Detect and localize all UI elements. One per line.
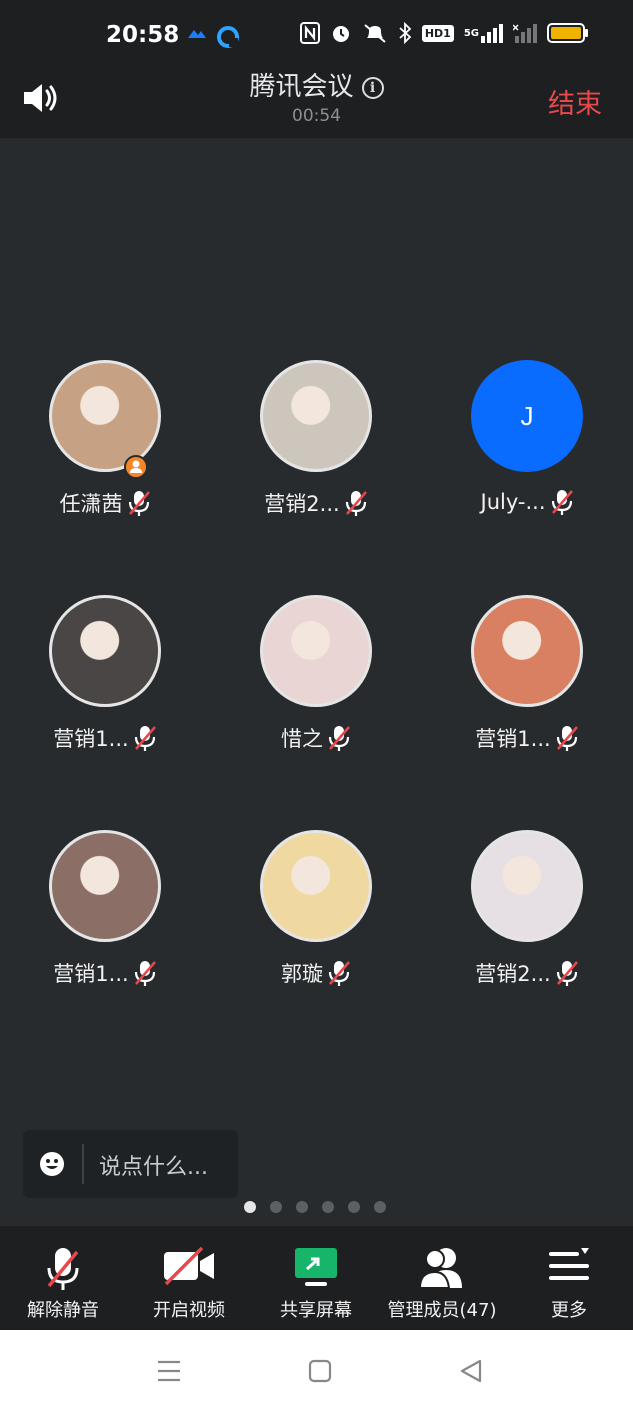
avatar: J — [471, 360, 583, 472]
silent-icon — [364, 24, 386, 43]
participant-name: 郭璇 — [281, 962, 323, 986]
participant-tile[interactable]: J July-... — [452, 360, 602, 516]
start-video-button[interactable]: 开启视频 — [126, 1226, 252, 1330]
page-dot[interactable] — [374, 1201, 386, 1213]
participant-name-row: 郭璇 — [241, 958, 391, 988]
participant-tile[interactable]: 惜之 — [241, 595, 391, 753]
chat-divider — [82, 1144, 84, 1184]
participant-name: July-... — [480, 490, 546, 514]
end-meeting-button[interactable]: 结束 — [548, 82, 602, 121]
app-notification-icon — [188, 30, 206, 38]
members-icon — [418, 1248, 462, 1289]
meeting-toolbar: 解除静音 开启视频 共享屏幕 管理成员(47) 更多 — [0, 1226, 633, 1330]
participant-name-row: 营销1... — [30, 958, 180, 988]
chat-input[interactable]: 说点什么... — [23, 1130, 238, 1198]
mic-muted-icon — [134, 726, 156, 751]
participant-name: 营销2... — [264, 492, 340, 516]
unmute-label: 解除静音 — [27, 1300, 99, 1321]
battery-icon — [547, 23, 588, 43]
bluetooth-icon — [399, 22, 412, 44]
chat-placeholder: 说点什么... — [99, 1155, 208, 1180]
participant-tile[interactable]: 营销1... — [30, 595, 180, 753]
avatar — [49, 360, 161, 472]
emoji-icon[interactable] — [39, 1151, 65, 1177]
avatar — [49, 830, 161, 942]
video-off-icon — [164, 1246, 214, 1286]
tencent-meeting-notification-icon — [217, 26, 239, 48]
back-icon[interactable] — [458, 1358, 484, 1384]
meeting-timer: 00:54 — [292, 106, 341, 126]
participant-name: 营销1... — [53, 962, 129, 986]
avatar — [49, 595, 161, 707]
participant-name: 营销1... — [475, 727, 551, 751]
signal-5g-label: 5G — [463, 27, 479, 39]
participant-tile[interactable]: 营销1... — [452, 595, 602, 753]
system-nav-bar — [0, 1330, 633, 1412]
participant-tile[interactable]: 营销1... — [30, 830, 180, 988]
participant-name: 营销1... — [53, 727, 129, 751]
status-time: 20:58 — [106, 22, 180, 48]
page-indicator[interactable] — [244, 1201, 386, 1213]
title-row: 腾讯会议 i — [0, 66, 633, 103]
mic-muted-icon — [345, 491, 367, 516]
more-button[interactable]: 更多 — [506, 1226, 632, 1330]
participant-tile[interactable]: 营销2... — [452, 830, 602, 988]
signal-strength-icon — [481, 24, 503, 43]
avatar — [471, 830, 583, 942]
participant-name: 惜之 — [281, 727, 323, 751]
signal-strength-secondary-icon — [513, 24, 537, 43]
participant-tile[interactable]: 郭璇 — [241, 830, 391, 988]
mic-muted-icon — [128, 491, 150, 516]
mic-muted-icon — [47, 1248, 79, 1290]
nfc-icon — [299, 22, 320, 44]
unmute-button[interactable]: 解除静音 — [0, 1226, 126, 1330]
info-icon[interactable]: i — [361, 77, 384, 99]
meeting-header: 腾讯会议 i 00:54 结束 — [0, 60, 633, 138]
host-badge-icon — [124, 455, 148, 479]
mic-muted-icon — [328, 726, 350, 751]
participant-tile[interactable]: 任潇茜 — [30, 360, 180, 518]
participant-name: 任潇茜 — [59, 492, 123, 516]
participant-name-row: 营销2... — [452, 958, 602, 988]
participant-name-row: 惜之 — [241, 723, 391, 753]
more-label: 更多 — [551, 1300, 587, 1321]
mic-muted-icon — [556, 961, 578, 986]
participant-name-row: 营销1... — [30, 723, 180, 753]
page-dot[interactable] — [348, 1201, 360, 1213]
hd-badge: HD1 — [421, 24, 454, 42]
mic-muted-icon — [551, 490, 573, 515]
recent-apps-icon[interactable] — [156, 1358, 182, 1384]
participant-name: 营销2... — [475, 962, 551, 986]
manage-members-button[interactable]: 管理成员(47) — [379, 1226, 505, 1330]
mic-muted-icon — [328, 961, 350, 986]
page-dot[interactable] — [244, 1201, 256, 1213]
manage-members-label: 管理成员(47) — [387, 1300, 497, 1321]
page-dot[interactable] — [296, 1201, 308, 1213]
page-dot[interactable] — [270, 1201, 282, 1213]
alarm-icon — [332, 26, 349, 42]
home-icon[interactable] — [307, 1358, 333, 1384]
mic-muted-icon — [134, 961, 156, 986]
share-screen-label: 共享屏幕 — [280, 1300, 352, 1321]
mic-muted-icon — [556, 726, 578, 751]
participant-name-row: 任潇茜 — [30, 488, 180, 518]
participant-name-row: 营销2... — [241, 488, 391, 518]
share-screen-button[interactable]: 共享屏幕 — [253, 1226, 379, 1330]
participant-tile[interactable]: 营销2... — [241, 360, 391, 518]
avatar — [260, 595, 372, 707]
status-icons: HD1 5G — [299, 22, 589, 44]
avatar — [471, 595, 583, 707]
participant-name-row: 营销1... — [452, 723, 602, 753]
avatar — [260, 360, 372, 472]
meeting-title[interactable]: 腾讯会议 — [249, 72, 353, 102]
start-video-label: 开启视频 — [153, 1300, 225, 1321]
page-dot[interactable] — [322, 1201, 334, 1213]
avatar — [260, 830, 372, 942]
share-screen-icon — [295, 1248, 337, 1286]
participant-name-row: July-... — [452, 488, 602, 516]
more-icon — [549, 1248, 589, 1280]
